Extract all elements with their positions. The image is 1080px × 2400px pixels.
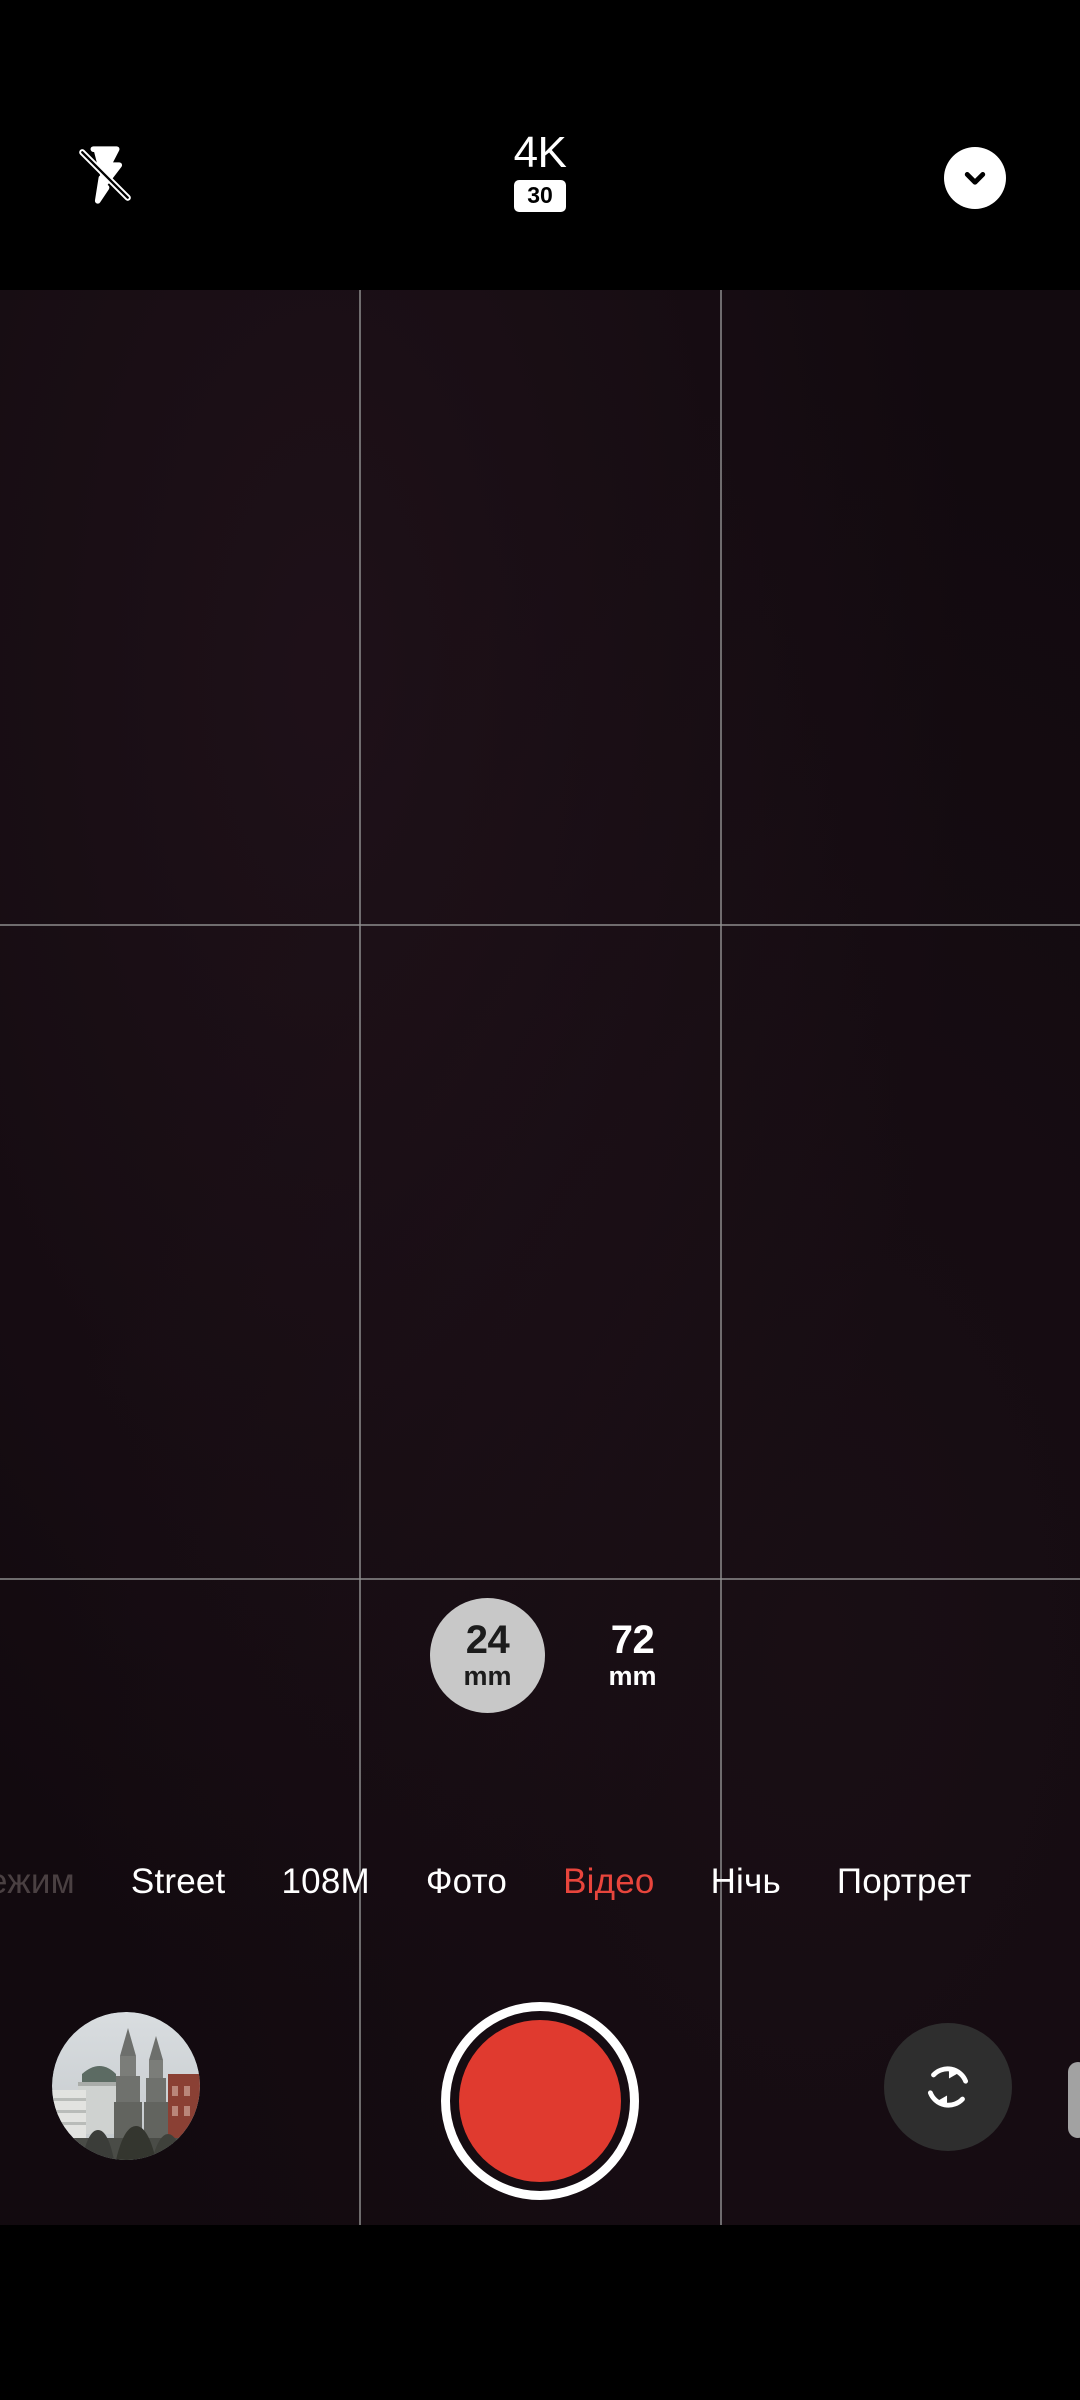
switch-camera-button[interactable] — [884, 2023, 1012, 2151]
gallery-thumbnail-button[interactable] — [52, 2012, 200, 2160]
switch-camera-icon — [919, 2058, 977, 2116]
mode-item-video[interactable]: Відео — [535, 1862, 682, 1902]
grid-line-horizontal-1 — [0, 924, 1080, 926]
mode-item-street[interactable]: Street — [103, 1862, 254, 1902]
record-button[interactable] — [441, 2002, 639, 2200]
mode-item-portrait[interactable]: Портрет — [809, 1862, 1000, 1902]
bottom-controls — [0, 1990, 1080, 2220]
mode-selector[interactable]: Режим Street 108M Фото Відео Нічь Портре… — [0, 1842, 1080, 1922]
zoom-selector: 24 mm 72 mm — [0, 1595, 1080, 1715]
resolution-label: 4K — [513, 128, 567, 177]
record-button-inner — [459, 2020, 621, 2182]
camera-viewfinder[interactable] — [0, 290, 1080, 2225]
camera-app: 4K 30 24 mm 72 mm Р — [0, 0, 1080, 2400]
video-format-indicator[interactable]: 4K 30 — [0, 130, 1080, 212]
fps-badge: 30 — [514, 180, 566, 212]
grid-overlay — [0, 290, 1080, 2225]
zoom-value: 24 — [465, 1618, 510, 1662]
mode-item-photo[interactable]: Фото — [398, 1862, 535, 1902]
zoom-unit: mm — [608, 1661, 657, 1691]
zoom-unit: mm — [463, 1661, 512, 1691]
grid-line-horizontal-2 — [0, 1578, 1080, 1580]
expand-settings-button[interactable] — [944, 147, 1006, 209]
zoom-option-72mm[interactable]: 72 mm — [575, 1598, 690, 1713]
grid-line-vertical-1 — [359, 290, 361, 2225]
mode-item-rezhym[interactable]: Режим — [0, 1862, 103, 1902]
panel-drag-handle[interactable] — [1068, 2062, 1080, 2138]
zoom-option-24mm[interactable]: 24 mm — [430, 1597, 545, 1713]
mode-item-night[interactable]: Нічь — [683, 1862, 809, 1902]
chevron-down-icon — [958, 161, 992, 195]
zoom-value: 72 — [610, 1618, 655, 1662]
grid-line-vertical-2 — [720, 290, 722, 2225]
mode-item-108m[interactable]: 108M — [254, 1862, 398, 1902]
top-toolbar: 4K 30 — [0, 0, 1080, 290]
gallery-thumbnail-image — [52, 2012, 200, 2160]
